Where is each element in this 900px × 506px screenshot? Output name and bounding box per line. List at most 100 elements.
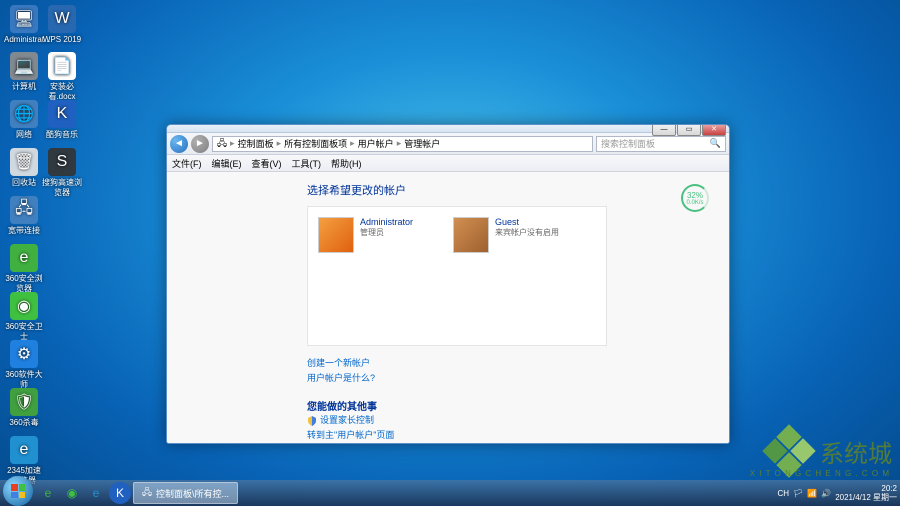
- app-icon: e: [10, 436, 38, 464]
- menu-help[interactable]: 帮助(H): [331, 157, 362, 170]
- app-icon: 📄: [48, 52, 76, 80]
- pinned-browser[interactable]: e: [37, 482, 59, 504]
- desktop-icon[interactable]: 🛡 360杀毒: [4, 388, 44, 428]
- tray-flag-icon[interactable]: 🏳: [793, 489, 803, 498]
- search-input[interactable]: 搜索控制面板 🔍: [596, 136, 726, 152]
- icon-label: 安装必看.docx: [42, 82, 82, 102]
- windows-logo-icon: [11, 484, 25, 498]
- icon-label: 酷狗音乐: [42, 130, 82, 140]
- cp-icon: 🖧: [142, 485, 152, 501]
- app-icon: W: [48, 5, 76, 33]
- breadcrumb-root[interactable]: 控制面板: [238, 137, 274, 150]
- menu-bar: 文件(F) 编辑(E) 查看(V) 工具(T) 帮助(H): [167, 155, 729, 172]
- app-icon: 🛡: [10, 388, 38, 416]
- icon-label: 计算机: [4, 82, 44, 92]
- tray-network-icon[interactable]: 📶: [807, 489, 817, 498]
- account-desc: 来宾帐户没有启用: [495, 227, 559, 238]
- breadcrumb-2[interactable]: 用户帐户: [358, 137, 394, 150]
- app-icon: ◉: [10, 292, 38, 320]
- back-button[interactable]: ◄: [170, 135, 188, 153]
- nav-bar: ◄ ► 🖧 ▸ 控制面板 ▸ 所有控制面板项 ▸ 用户帐户 ▸ 管理帐户 搜索控…: [167, 133, 729, 155]
- tray-ime-icon[interactable]: CH: [778, 489, 790, 498]
- icon-label: 回收站: [4, 178, 44, 188]
- breadcrumb-1[interactable]: 所有控制面板项: [284, 137, 347, 150]
- shield-icon: [307, 416, 317, 426]
- tray-date: 2021/4/12 星期一: [835, 493, 897, 502]
- taskbar-active-label: 控制面板\所有控...: [156, 487, 229, 500]
- menu-view[interactable]: 查看(V): [252, 157, 282, 170]
- desktop-icon[interactable]: 📄安装必看.docx: [42, 52, 82, 102]
- app-icon: S: [48, 148, 76, 176]
- app-icon: e: [10, 244, 38, 272]
- link-goto-main[interactable]: 转到主"用户帐户"页面: [307, 428, 729, 443]
- avatar-icon: [453, 217, 489, 253]
- desktop-icon[interactable]: W WPS 2019: [42, 5, 82, 45]
- search-icon: 🔍: [710, 138, 721, 149]
- desktop-icon[interactable]: ◉360安全卫士: [4, 292, 44, 342]
- app-icon: 💻: [10, 52, 38, 80]
- desktop-icon[interactable]: S搜狗高速浏览器: [42, 148, 82, 198]
- icon-label: Administrat...: [4, 35, 44, 45]
- link-create-account[interactable]: 创建一个新帐户: [307, 356, 729, 371]
- ring-pct: 32%: [687, 191, 703, 200]
- account-name: Guest: [495, 217, 559, 227]
- system-tray[interactable]: CH 🏳 📶 🔊 20:2 2021/4/12 星期一: [778, 484, 897, 502]
- desktop-icon[interactable]: 💻 计算机: [4, 52, 44, 92]
- app-icon: 🖧: [10, 196, 38, 224]
- account-desc: 管理员: [360, 227, 413, 238]
- account-guest[interactable]: Guest 来宾帐户没有启用: [453, 217, 559, 335]
- start-button[interactable]: [3, 476, 33, 506]
- page-heading: 选择希望更改的帐户: [307, 182, 729, 198]
- account-name: Administrator: [360, 217, 413, 227]
- address-bar[interactable]: 🖧 ▸ 控制面板 ▸ 所有控制面板项 ▸ 用户帐户 ▸ 管理帐户: [212, 136, 593, 152]
- cp-icon: 🖧: [217, 136, 227, 152]
- menu-file[interactable]: 文件(F): [172, 157, 202, 170]
- icon-label: 360安全浏览器: [4, 274, 44, 294]
- icon-label: 360安全卫士: [4, 322, 44, 342]
- desktop-icon[interactable]: K 酷狗音乐: [42, 100, 82, 140]
- content-area: 32% 0.0K/s 选择希望更改的帐户 Administrator 管理员 G…: [167, 172, 729, 444]
- link-parental-control[interactable]: 设置家长控制: [307, 413, 729, 428]
- pinned-kugou[interactable]: K: [109, 482, 131, 504]
- link-what-is-account[interactable]: 用户帐户是什么?: [307, 371, 729, 386]
- desktop-icon[interactable]: ⚙360软件大师: [4, 340, 44, 390]
- desktop-icon[interactable]: 🌐 网络: [4, 100, 44, 140]
- tray-time: 20:2: [835, 484, 897, 493]
- pinned-2345[interactable]: e: [85, 482, 107, 504]
- icon-label: 宽带连接: [4, 226, 44, 236]
- app-icon: 🌐: [10, 100, 38, 128]
- control-panel-window: — ▭ ✕ ◄ ► 🖧 ▸ 控制面板 ▸ 所有控制面板项 ▸ 用户帐户 ▸ 管理…: [166, 124, 730, 444]
- desktop-icon[interactable]: 🖥 Administrat...: [4, 5, 44, 45]
- pinned-360[interactable]: ◉: [61, 482, 83, 504]
- watermark-sub: X I T O N G C H E N G . C O M: [750, 469, 890, 478]
- search-placeholder: 搜索控制面板: [601, 137, 655, 150]
- app-icon: K: [48, 100, 76, 128]
- icon-label: 搜狗高速浏览器: [42, 178, 82, 198]
- close-button[interactable]: ✕: [702, 124, 726, 136]
- menu-tools[interactable]: 工具(T): [292, 157, 322, 170]
- desktop-icon[interactable]: 🗑 回收站: [4, 148, 44, 188]
- icon-label: 360软件大师: [4, 370, 44, 390]
- tray-volume-icon[interactable]: 🔊: [821, 489, 831, 498]
- minimize-button[interactable]: —: [652, 124, 676, 136]
- taskbar-active-window[interactable]: 🖧 控制面板\所有控...: [133, 482, 238, 504]
- taskbar: e ◉ e K 🖧 控制面板\所有控... CH 🏳 📶 🔊 20:2 2021…: [0, 480, 900, 506]
- breadcrumb-3[interactable]: 管理帐户: [404, 137, 440, 150]
- title-bar[interactable]: — ▭ ✕: [167, 125, 729, 133]
- app-icon: 🗑: [10, 148, 38, 176]
- app-icon: ⚙: [10, 340, 38, 368]
- app-icon: 🖥: [10, 5, 38, 33]
- speed-ring[interactable]: 32% 0.0K/s: [681, 184, 709, 212]
- desktop-icon[interactable]: 🖧 宽带连接: [4, 196, 44, 236]
- tray-clock[interactable]: 20:2 2021/4/12 星期一: [835, 484, 897, 502]
- account-admin[interactable]: Administrator 管理员: [318, 217, 413, 335]
- icon-label: 网络: [4, 130, 44, 140]
- ring-rate: 0.0K/s: [686, 200, 703, 206]
- icon-label: WPS 2019: [42, 35, 82, 45]
- icon-label: 360杀毒: [4, 418, 44, 428]
- forward-button[interactable]: ►: [191, 135, 209, 153]
- maximize-button[interactable]: ▭: [677, 124, 701, 136]
- pinned-apps: e ◉ e K: [37, 482, 131, 504]
- desktop-icon[interactable]: e360安全浏览器: [4, 244, 44, 294]
- menu-edit[interactable]: 编辑(E): [212, 157, 242, 170]
